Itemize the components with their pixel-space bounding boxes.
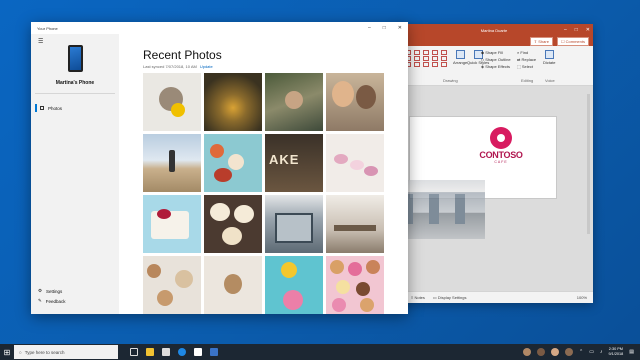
- taskbar-apps: [130, 348, 218, 356]
- search-placeholder: Type here to search: [24, 349, 65, 355]
- sidebar-item-settings[interactable]: ⚙ Settings: [38, 288, 62, 294]
- arrange-icon: [455, 50, 465, 59]
- photo-thumbnail[interactable]: AKE: [265, 134, 323, 192]
- shape-outline-button[interactable]: ◇ Shape Outline: [481, 57, 511, 62]
- photo-thumbnail[interactable]: [265, 195, 323, 253]
- sidebar-item-label: Feedback: [45, 298, 66, 304]
- selection-indicator: [35, 104, 37, 112]
- phone-icon: [68, 45, 83, 72]
- comments-button[interactable]: ☐ Comments: [556, 36, 589, 46]
- close-icon[interactable]: ✕: [398, 25, 402, 31]
- photo-thumbnail[interactable]: [326, 256, 384, 314]
- replace-button[interactable]: ⇄ Replace: [517, 57, 536, 62]
- donut-logo-icon: [490, 127, 512, 149]
- share-button[interactable]: ⇪ Share: [529, 36, 553, 46]
- powerpoint-title: Martina Duarte: [480, 27, 508, 33]
- photo-thumbnail[interactable]: [204, 134, 262, 192]
- photo-thumbnail[interactable]: [326, 73, 384, 131]
- your-phone-window[interactable]: Your Phone – □ ✕ ☰ Martina's Phone Photo…: [31, 22, 408, 314]
- sidebar-item-label: Settings: [46, 288, 63, 294]
- photo-thumbnail[interactable]: [143, 73, 201, 131]
- volume-icon[interactable]: ♪: [600, 349, 603, 355]
- system-tray: ⌃ ▭ ♪ 2:30 PM 9/1/2018 ▤: [523, 347, 640, 357]
- vertical-scrollbar[interactable]: [587, 94, 590, 234]
- photo-thumbnail[interactable]: [204, 195, 262, 253]
- group-voice-label: Voice: [545, 78, 555, 83]
- sidebar-item-label: Photos: [48, 105, 63, 111]
- photo-thumbnail[interactable]: [143, 256, 201, 314]
- update-link[interactable]: Update: [200, 64, 213, 69]
- mail-icon[interactable]: [194, 348, 202, 356]
- close-icon[interactable]: ✕: [586, 27, 590, 33]
- store-icon[interactable]: [162, 348, 170, 356]
- powerpoint-window[interactable]: Martina Duarte – □ ✕ ⇪ Share ☐ Comments …: [395, 24, 593, 303]
- clock[interactable]: 2:30 PM 9/1/2018: [608, 347, 623, 357]
- photos-pane: Recent Photos Last synced 7/07/2018, 10 …: [119, 34, 408, 314]
- sync-status: Last synced 7/07/2018, 10 AM Update: [143, 64, 213, 69]
- dictate-button[interactable]: Dictate: [543, 50, 555, 65]
- task-view-icon[interactable]: [130, 348, 138, 356]
- photos-icon: [40, 106, 44, 110]
- minimize-icon[interactable]: –: [368, 25, 371, 31]
- taskbar: ⊞ ○ Type here to search ⌃ ▭ ♪ 2:30 PM 9/…: [0, 344, 640, 360]
- gear-icon: ⚙: [38, 288, 43, 293]
- file-explorer-icon[interactable]: [146, 348, 154, 356]
- powerpoint-titlebar[interactable]: Martina Duarte – □ ✕: [395, 24, 593, 36]
- network-icon[interactable]: ▭: [589, 349, 594, 355]
- status-bar: ≡ Notes ▭ Display Settings 100%: [395, 291, 593, 303]
- chevron-up-icon[interactable]: ⌃: [579, 349, 583, 355]
- contoso-logo[interactable]: CONTOSO CAFE: [475, 127, 527, 164]
- minimize-icon[interactable]: –: [564, 27, 567, 33]
- shape-fill-button[interactable]: ◆ Shape Fill: [481, 50, 503, 55]
- photo-thumbnail[interactable]: [143, 134, 201, 192]
- photo-thumbnail[interactable]: [204, 73, 262, 131]
- photo-thumbnail[interactable]: [326, 195, 384, 253]
- microphone-icon: [544, 50, 554, 59]
- select-button[interactable]: ⬚ Select: [517, 64, 533, 69]
- sidebar: ☰ Martina's Phone Photos ⚙ Settings ✎ Fe…: [31, 34, 119, 314]
- zoom-level[interactable]: 100%: [577, 295, 593, 300]
- photo-thumbnail[interactable]: [326, 134, 384, 192]
- logo-name: CONTOSO: [479, 150, 523, 160]
- clock-date: 9/1/2018: [608, 352, 624, 356]
- feedback-icon: ✎: [38, 298, 42, 303]
- sidebar-item-photos[interactable]: Photos: [35, 103, 115, 113]
- group-drawing-label: Drawing: [443, 78, 458, 83]
- avatar[interactable]: [565, 348, 574, 356]
- ribbon-tab-bar: ⇪ Share ☐ Comments: [395, 36, 593, 46]
- edge-icon[interactable]: [178, 348, 186, 356]
- find-button[interactable]: ⌕ Find: [517, 50, 528, 55]
- arrange-button[interactable]: Arrange: [453, 50, 467, 65]
- avatar[interactable]: [537, 348, 546, 356]
- notes-button[interactable]: ≡ Notes: [411, 295, 425, 300]
- photo-thumbnail[interactable]: [265, 256, 323, 314]
- hamburger-menu-icon[interactable]: ☰: [38, 38, 43, 45]
- sidebar-divider: [35, 93, 115, 94]
- photo-thumbnail[interactable]: [143, 195, 201, 253]
- avatar[interactable]: [551, 348, 560, 356]
- maximize-icon[interactable]: □: [383, 25, 386, 31]
- shape-effects-button[interactable]: ◈ Shape Effects: [481, 64, 510, 69]
- start-button[interactable]: ⊞: [0, 344, 14, 360]
- photo-thumbnail[interactable]: [204, 256, 262, 314]
- avatar[interactable]: [523, 348, 532, 356]
- notifications-icon[interactable]: ▤: [629, 349, 634, 355]
- phone-name: Martina's Phone: [55, 80, 95, 86]
- ribbon: Arrange Quick Styles ◆ Shape Fill ◇ Shap…: [395, 46, 593, 86]
- page-title: Recent Photos: [143, 48, 222, 62]
- logo-sub: CAFE: [494, 160, 508, 164]
- your-phone-titlebar[interactable]: Your Phone – □ ✕: [31, 22, 408, 34]
- search-input[interactable]: ○ Type here to search: [14, 345, 118, 359]
- photo-thumbnail[interactable]: [265, 73, 323, 131]
- sidebar-item-feedback[interactable]: ✎ Feedback: [38, 298, 66, 304]
- search-icon: ○: [19, 349, 22, 355]
- maximize-icon[interactable]: □: [575, 27, 578, 33]
- window-title: Your Phone: [37, 25, 58, 31]
- shapes-gallery[interactable]: [405, 50, 448, 67]
- your-phone-taskbar-icon[interactable]: [210, 348, 218, 356]
- photo-grid: AKE: [143, 73, 384, 314]
- group-editing-label: Editing: [521, 78, 534, 83]
- display-settings-button[interactable]: ▭ Display Settings: [433, 295, 467, 300]
